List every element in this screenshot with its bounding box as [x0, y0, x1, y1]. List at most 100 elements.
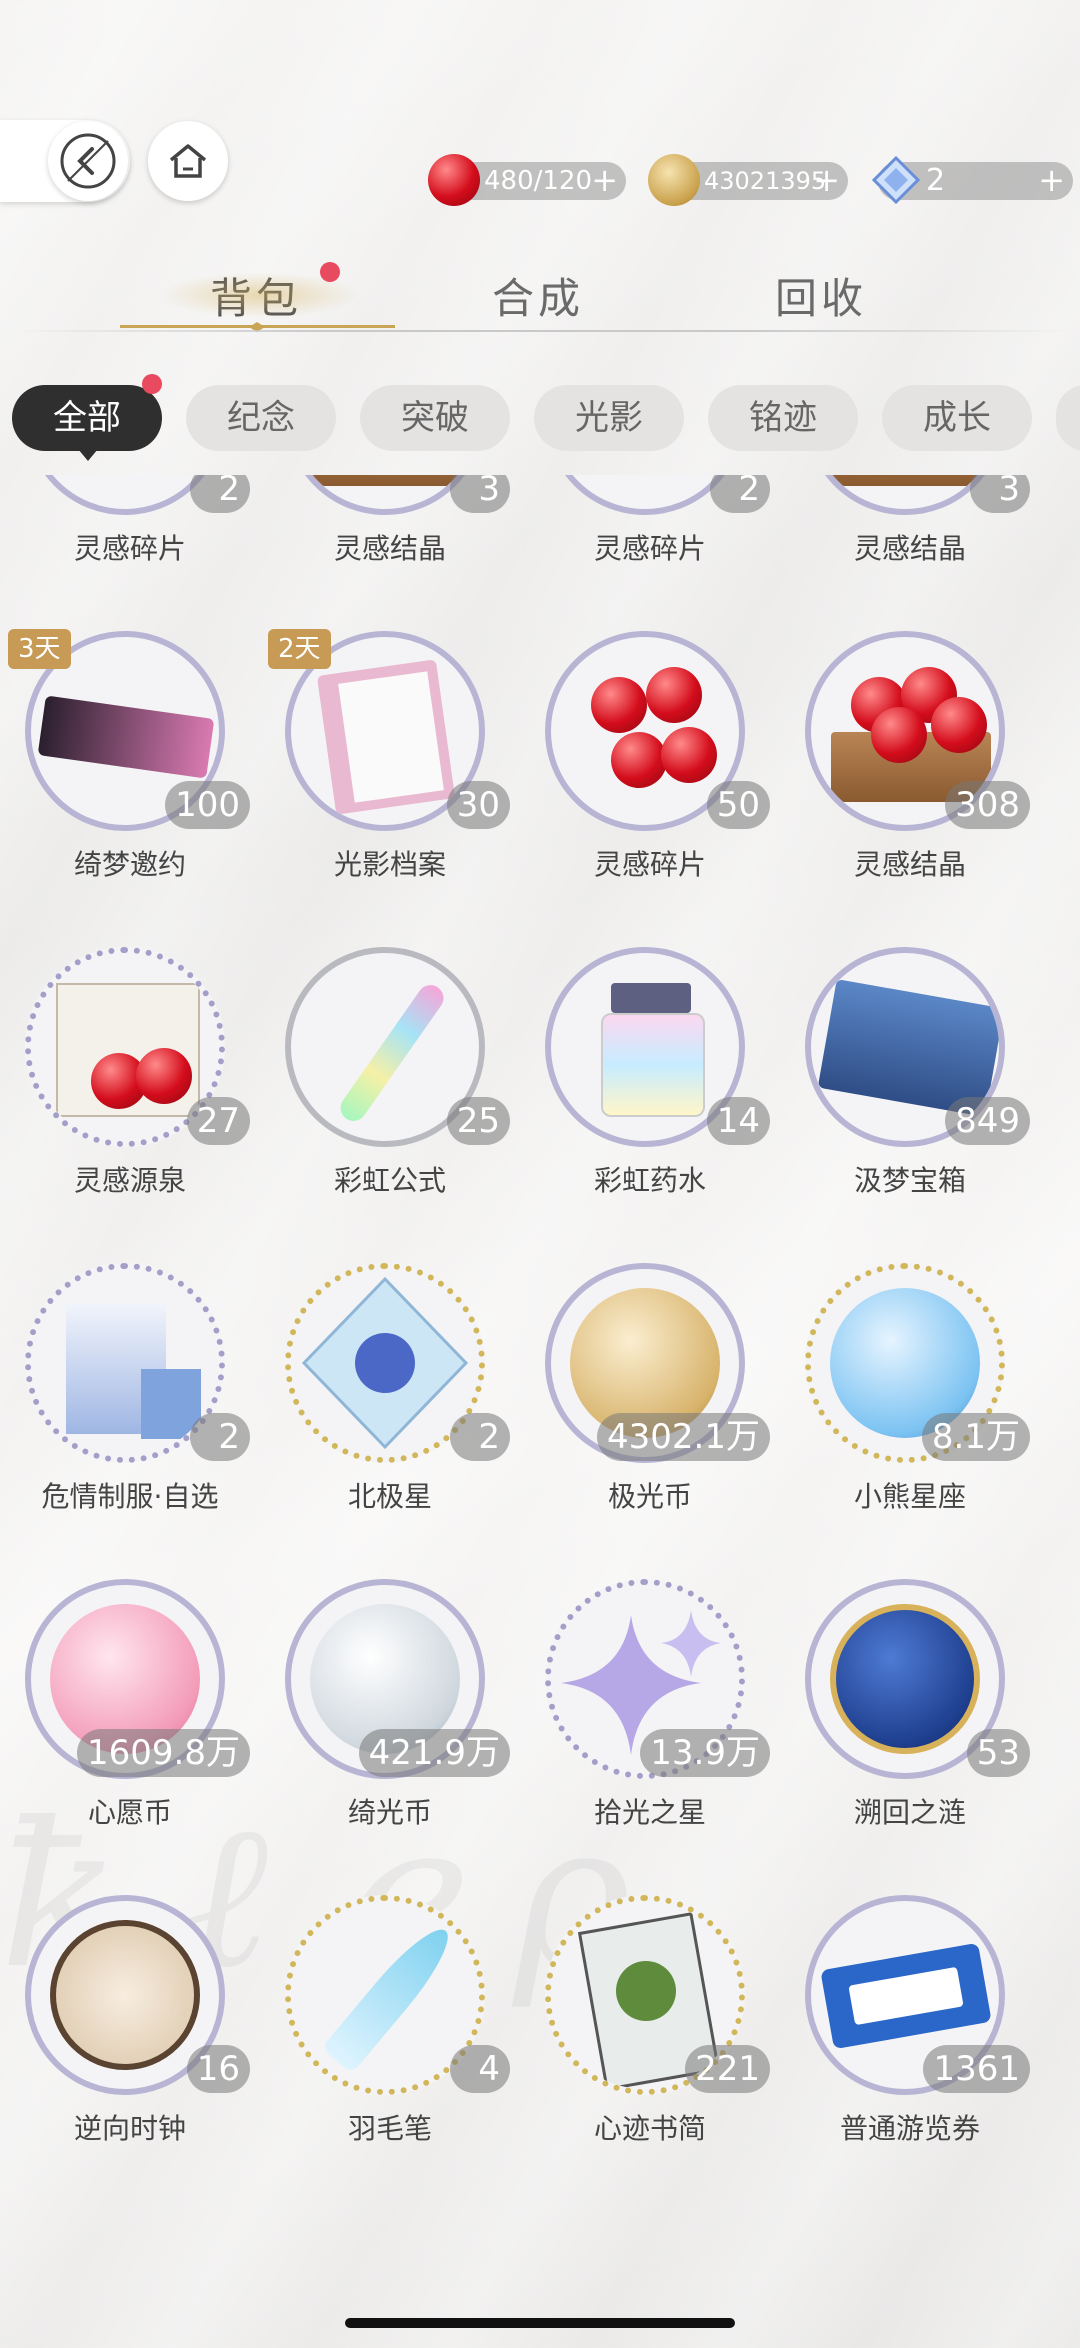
- item-quantity: 2: [190, 1413, 250, 1461]
- item-slot[interactable]: 2 危情制服·自选: [0, 1263, 260, 1579]
- expiry-badge: 3天: [8, 629, 71, 669]
- filter-more[interactable]: [1056, 385, 1080, 451]
- back-button[interactable]: [48, 121, 128, 201]
- item-quantity: 4: [450, 2045, 510, 2093]
- item-name: 绮梦邀约: [73, 848, 186, 881]
- item-name: 心迹书简: [593, 2112, 706, 2145]
- item-quantity: 13.9万: [640, 1729, 770, 1777]
- item-slot[interactable]: 100 绮梦邀约 3天: [0, 629, 260, 947]
- home-icon: [169, 144, 207, 178]
- item-slot[interactable]: 1361 普通游览券: [780, 1895, 1040, 2211]
- item-quantity: 100: [165, 781, 250, 829]
- filter-breakthrough[interactable]: 突破: [360, 385, 510, 451]
- item-name: 北极星: [347, 1480, 432, 1513]
- filter-growth[interactable]: 成长: [882, 385, 1032, 451]
- item-quantity: 2: [190, 475, 250, 513]
- add-stamina-button[interactable]: +: [591, 162, 618, 198]
- item-quantity: 421.9万: [358, 1729, 510, 1777]
- add-diamond-button[interactable]: +: [1038, 162, 1065, 198]
- item-quantity: 27: [186, 1097, 250, 1145]
- item-slot[interactable]: 25 彩虹公式: [260, 947, 520, 1263]
- item-quantity: 3: [970, 475, 1030, 513]
- filter-all-notification-dot: [142, 374, 162, 394]
- item-name: 灵感碎片: [593, 532, 706, 565]
- item-quantity: 4302.1万: [597, 1413, 770, 1461]
- item-slot[interactable]: 2 灵感碎片: [520, 475, 780, 631]
- item-name: 绮光币: [347, 1796, 432, 1829]
- item-slot[interactable]: 8.1万小熊星座: [780, 1263, 1040, 1579]
- item-slot[interactable]: 1609.8万心愿币: [0, 1579, 260, 1895]
- gold-value: 43021395: [704, 167, 827, 195]
- item-name: 灵感碎片: [593, 848, 706, 881]
- item-name: 彩虹药水: [593, 1164, 706, 1197]
- filter-all[interactable]: 全部: [12, 385, 162, 451]
- item-slot[interactable]: 27 灵感源泉: [0, 947, 260, 1263]
- item-name: 灵感结晶: [333, 532, 446, 565]
- item-slot[interactable]: 53 溯回之涟: [780, 1579, 1040, 1895]
- gold-coin-icon: [648, 154, 700, 206]
- home-indicator: [345, 2318, 735, 2328]
- item-quantity: 2: [450, 1413, 510, 1461]
- diamond-icon: [871, 155, 921, 205]
- item-name: 普通游览券: [839, 2112, 980, 2145]
- item-name: 逆向时钟: [73, 2112, 186, 2145]
- item-quantity: 1609.8万: [77, 1729, 250, 1777]
- item-quantity: 30: [446, 781, 510, 829]
- filter-memorial[interactable]: 纪念: [186, 385, 336, 451]
- item-name: 溯回之涟: [853, 1796, 966, 1829]
- item-quantity: 8.1万: [921, 1413, 1030, 1461]
- resource-gold[interactable]: 43021395 +: [648, 154, 848, 206]
- item-slot[interactable]: 2 灵感碎片: [0, 475, 260, 631]
- diamond-value: 2: [926, 163, 946, 198]
- active-tab-glow: [160, 272, 360, 318]
- item-slot[interactable]: 4302.1万极光币: [520, 1263, 780, 1579]
- expiry-badge: 2天: [268, 629, 331, 669]
- item-quantity: 16: [186, 2045, 250, 2093]
- item-quantity: 308: [945, 781, 1030, 829]
- item-slot[interactable]: 421.9万绮光币: [260, 1579, 520, 1895]
- item-quantity: 25: [446, 1097, 510, 1145]
- item-name: 极光币: [607, 1480, 692, 1513]
- item-name: 汲梦宝箱: [853, 1164, 966, 1197]
- item-slot[interactable]: 849 汲梦宝箱: [780, 947, 1040, 1263]
- home-button[interactable]: [148, 121, 228, 201]
- item-slot[interactable]: 308 灵感结晶: [780, 631, 1040, 947]
- item-quantity: 1361: [923, 2045, 1030, 2093]
- filter-all-pointer: [78, 449, 98, 461]
- item-slot[interactable]: 3 灵感结晶: [780, 475, 1040, 631]
- apple-icon: [428, 154, 480, 206]
- resource-diamond[interactable]: 2 +: [871, 155, 1073, 205]
- back-arrow-icon: [60, 133, 116, 189]
- tab-recycle[interactable]: 回收: [775, 265, 867, 326]
- item-slot[interactable]: 16 逆向时钟: [0, 1895, 260, 2211]
- tab-synthesis[interactable]: 合成: [492, 265, 584, 326]
- item-name: 光影档案: [333, 848, 446, 881]
- item-name: 危情制服·自选: [41, 1480, 219, 1513]
- item-quantity: 3: [450, 475, 510, 513]
- item-slot[interactable]: 3 灵感结晶: [260, 475, 520, 631]
- item-name: 灵感结晶: [853, 848, 966, 881]
- stamina-value: 480/120: [484, 166, 593, 196]
- filter-imprint[interactable]: 铭迹: [708, 385, 858, 451]
- item-name: 小熊星座: [853, 1480, 966, 1513]
- item-name: 灵感结晶: [853, 532, 966, 565]
- resource-stamina[interactable]: 480/120 +: [428, 154, 626, 206]
- filter-light-shadow[interactable]: 光影: [534, 385, 684, 451]
- item-name: 羽毛笔: [347, 2112, 432, 2145]
- item-name: 灵感源泉: [73, 1164, 186, 1197]
- item-quantity: 50: [706, 781, 770, 829]
- item-name: 彩虹公式: [333, 1164, 446, 1197]
- item-slot[interactable]: 50 灵感碎片: [520, 631, 780, 947]
- add-gold-button[interactable]: +: [813, 162, 840, 198]
- item-quantity: 2: [710, 475, 770, 513]
- item-slot[interactable]: 30 光影档案 2天: [260, 629, 520, 947]
- item-slot[interactable]: 14 彩虹药水: [520, 947, 780, 1263]
- item-name: 拾光之星: [593, 1796, 706, 1829]
- item-quantity: 221: [685, 2045, 770, 2093]
- item-name: 心愿币: [87, 1796, 172, 1829]
- item-quantity: 14: [706, 1097, 770, 1145]
- item-slot[interactable]: 2 北极星: [260, 1263, 520, 1579]
- item-slot[interactable]: 4 羽毛笔: [260, 1895, 520, 2211]
- item-slot[interactable]: 221 心迹书简: [520, 1895, 780, 2211]
- item-slot[interactable]: 13.9万拾光之星: [520, 1579, 780, 1895]
